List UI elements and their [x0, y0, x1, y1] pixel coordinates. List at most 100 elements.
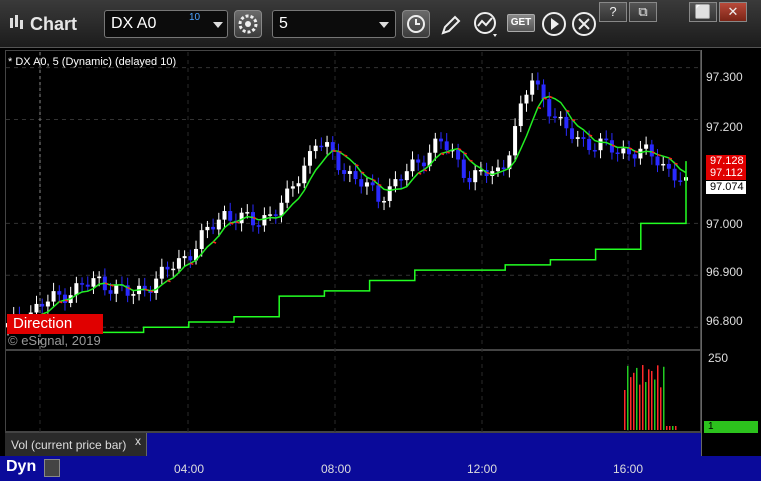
stop-line — [8, 161, 687, 334]
candle — [598, 138, 603, 151]
time-tick: 16:00 — [613, 462, 644, 476]
candle — [188, 256, 193, 261]
candle — [535, 80, 540, 85]
candle — [393, 179, 398, 187]
candle — [581, 137, 586, 139]
candle — [570, 128, 575, 139]
volume-bar — [675, 426, 677, 430]
volume-bar — [627, 365, 629, 430]
candle — [97, 276, 102, 279]
volume-study-bar: Vol (current price bar) x — [5, 432, 701, 457]
volume-bar — [660, 387, 662, 430]
candle — [558, 116, 563, 119]
candle — [575, 137, 580, 139]
candle — [228, 211, 233, 221]
candle — [433, 138, 438, 153]
candle — [256, 225, 261, 227]
volume-bar — [642, 365, 644, 430]
candle — [621, 148, 626, 154]
candle — [273, 214, 278, 216]
candle — [353, 171, 358, 180]
candle — [376, 185, 381, 202]
candle — [176, 258, 181, 269]
volume-bar — [630, 377, 632, 430]
dynamic-mode-label[interactable]: Dyn — [6, 458, 36, 476]
volume-bar — [633, 372, 635, 430]
time-tick: 04:00 — [174, 462, 205, 476]
candle — [672, 168, 677, 181]
candle — [245, 212, 250, 214]
candle — [404, 171, 409, 181]
study-label: * DX A0, 5 (Dynamic) (delayed 10) — [8, 56, 177, 68]
candle — [336, 151, 341, 171]
candle — [655, 156, 660, 166]
candle — [216, 219, 221, 230]
candle — [666, 163, 671, 169]
candle — [495, 167, 500, 172]
last-price-badge: 97.074 — [706, 181, 746, 194]
candle — [444, 141, 449, 151]
candle — [131, 294, 136, 296]
volume-bar — [657, 365, 659, 430]
candle — [319, 145, 324, 148]
candle — [34, 303, 39, 313]
candle — [262, 215, 267, 226]
candle — [359, 179, 364, 187]
candle — [587, 138, 592, 151]
candle — [615, 152, 620, 155]
candle — [456, 149, 461, 160]
volume-bar — [648, 369, 650, 430]
direction-label: Direction — [7, 314, 103, 334]
price-tick: 97.200 — [706, 120, 743, 134]
candle — [290, 186, 295, 189]
volume-bar — [672, 426, 674, 430]
time-tick: 08:00 — [321, 462, 352, 476]
price-tick: 97.300 — [706, 70, 743, 84]
candle — [467, 177, 472, 183]
candle — [154, 278, 159, 293]
candle — [205, 226, 210, 231]
candle — [268, 214, 273, 216]
volume-study-tab[interactable]: Vol (current price bar) x — [5, 433, 147, 457]
candle — [347, 171, 352, 174]
candle — [114, 284, 119, 294]
candle — [165, 266, 170, 270]
candle — [382, 201, 387, 203]
candle — [62, 294, 67, 304]
candle — [439, 138, 444, 142]
candle — [513, 126, 518, 156]
candle — [473, 170, 478, 183]
candle — [325, 142, 330, 147]
candle — [279, 202, 284, 216]
candle — [530, 80, 535, 95]
price-badge: 97.112 — [706, 167, 746, 180]
candle — [199, 230, 204, 249]
moving-average-red — [7, 95, 678, 325]
price-tick: 96.800 — [706, 314, 743, 328]
candle — [524, 94, 529, 104]
volume-bar — [624, 390, 626, 430]
volume-bar — [645, 382, 647, 430]
volume-current-badge: 1 — [704, 421, 758, 433]
candle — [182, 256, 187, 259]
candle — [364, 182, 369, 187]
candle — [678, 180, 683, 182]
close-icon[interactable]: x — [135, 434, 141, 448]
lock-icon[interactable] — [44, 459, 60, 477]
volume-bar — [654, 379, 656, 430]
volume-bar — [651, 370, 653, 430]
candle — [541, 84, 546, 100]
candle — [638, 148, 643, 159]
volume-axis-label: 250 — [708, 351, 729, 365]
volume-bar — [663, 366, 665, 430]
candle — [91, 278, 96, 287]
candle — [302, 165, 307, 184]
candle — [416, 159, 421, 163]
candle — [51, 291, 56, 302]
candle — [421, 162, 426, 167]
candle — [552, 116, 557, 118]
candles — [6, 72, 688, 336]
time-axis[interactable] — [0, 456, 761, 481]
candle — [171, 268, 176, 271]
candle — [57, 291, 62, 295]
